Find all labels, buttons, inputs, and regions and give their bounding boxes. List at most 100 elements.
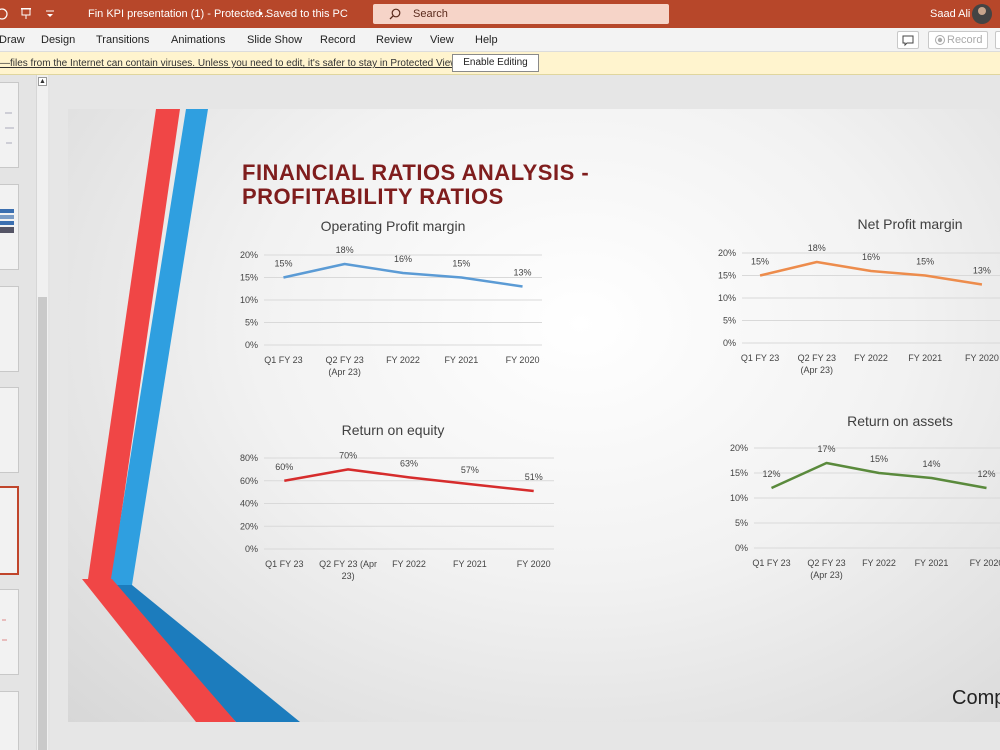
series-line (770, 461, 987, 490)
data-label: 15% (274, 259, 292, 269)
data-label: 15% (452, 259, 470, 269)
tab-review[interactable]: Review (376, 28, 412, 52)
x-tick-label: Q2 FY 23 (798, 353, 836, 363)
chart-title: Net Profit margin (857, 216, 962, 232)
x-tick-label: FY 2020 (506, 355, 540, 365)
chart-net-profit-margin[interactable]: Net Profit margin 0% 5% 10% 15% 20% 15% 18% 16% 1… (698, 209, 1000, 379)
x-tick-label: FY 2021 (908, 353, 942, 363)
x-tick-label: Q1 FY 23 (264, 355, 302, 365)
data-label: 18% (808, 243, 826, 253)
comment-icon (902, 35, 914, 47)
y-tick-label: 15% (240, 273, 258, 283)
chart-operating-profit-margin[interactable]: Operating Profit margin 0% 5% 10% 15% 20% 15% 1… (218, 217, 558, 377)
chart-return-on-assets[interactable]: Return on assets 0% 5% 10% 15% 20% 12% 17% 15% 14… (708, 411, 1000, 586)
tab-animations[interactable]: Animations (171, 28, 225, 52)
data-label: 57% (461, 465, 479, 475)
data-label: 13% (514, 268, 532, 278)
slide-thumbnail[interactable] (0, 82, 19, 168)
slide-thumbnail[interactable] (0, 286, 19, 372)
comments-button[interactable] (897, 31, 919, 49)
y-tick-label: 10% (240, 295, 258, 305)
data-label: 15% (916, 257, 934, 267)
data-label: 16% (394, 254, 412, 264)
x-tick-label: Q1 FY 23 (741, 353, 779, 363)
data-label: 12% (977, 469, 995, 479)
tab-draw[interactable]: Draw (0, 28, 25, 52)
x-tick-label: (Apr 23) (328, 367, 361, 377)
scroll-up-icon[interactable]: ▲ (38, 77, 47, 86)
data-label: 70% (339, 450, 357, 460)
y-tick-label: 5% (723, 316, 736, 326)
autosave-icon[interactable] (0, 0, 14, 28)
presenter-icon[interactable] (19, 0, 33, 28)
tab-slide-show[interactable]: Slide Show (247, 28, 302, 52)
ribbon-tabs: Draw Design Transitions Animations Slide… (0, 28, 1000, 52)
x-tick-label: FY 2020 (517, 559, 551, 569)
y-tick-label: 0% (735, 543, 748, 553)
scrollbar-thumb[interactable] (38, 297, 47, 750)
x-tick-label: Q1 FY 23 (265, 559, 303, 569)
y-tick-label: 15% (730, 468, 748, 478)
tab-transitions[interactable]: Transitions (96, 28, 149, 52)
y-tick-label: 20% (718, 248, 736, 258)
customize-toolbar-icon[interactable] (45, 0, 55, 28)
red-stripe-lower (82, 579, 236, 722)
tab-record[interactable]: Record (320, 28, 355, 52)
search-box[interactable]: Search (373, 4, 669, 24)
protected-view-message[interactable]: —files from the Internet can contain vir… (0, 58, 460, 69)
data-label: 13% (973, 266, 991, 276)
record-button[interactable]: Record (928, 31, 988, 49)
data-label: 18% (336, 245, 354, 255)
y-tick-label: 5% (245, 318, 258, 328)
y-tick-label: 5% (735, 518, 748, 528)
x-tick-label: Q2 FY 23 (Apr (319, 559, 377, 569)
x-tick-label: FY 2021 (453, 559, 487, 569)
x-tick-label: FY 2022 (862, 558, 896, 568)
series-line (283, 262, 523, 288)
y-tick-label: 10% (718, 293, 736, 303)
tab-design[interactable]: Design (41, 28, 75, 52)
x-tick-label: Q2 FY 23 (325, 355, 363, 365)
x-tick-label: FY 2020 (970, 558, 1000, 568)
tab-view[interactable]: View (430, 28, 454, 52)
chart-title: Return on assets (847, 413, 953, 429)
slide-canvas[interactable]: FINANCIAL RATIOS ANALYSIS - PROFITABILIT… (68, 109, 1000, 722)
data-label: 15% (870, 454, 888, 464)
x-tick-label: (Apr 23) (801, 365, 834, 375)
y-tick-label: 0% (245, 340, 258, 350)
tab-help[interactable]: Help (475, 28, 498, 52)
enable-editing-button[interactable]: Enable Editing (452, 54, 539, 72)
x-tick-label: FY 2022 (392, 559, 426, 569)
slide-thumbnail[interactable] (0, 691, 19, 750)
y-tick-label: 20% (730, 443, 748, 453)
avatar[interactable] (972, 4, 992, 24)
series-line (284, 468, 534, 493)
data-label: 16% (862, 252, 880, 262)
slide-thumbnail[interactable] (0, 387, 19, 473)
title-bar: Fin KPI presentation (1) - Protected... … (0, 0, 1000, 28)
slide-thumbnail[interactable] (0, 184, 19, 270)
slide-footer-text: Comp (952, 687, 1000, 709)
x-tick-label: FY 2021 (444, 355, 478, 365)
data-label: 12% (762, 469, 780, 479)
slide-thumbnail-selected[interactable] (0, 486, 19, 575)
slide-thumbnail[interactable] (0, 589, 19, 675)
data-label: 15% (751, 257, 769, 267)
slide-title: FINANCIAL RATIOS ANALYSIS - PROFITABILIT… (242, 161, 662, 209)
x-tick-label: FY 2021 (915, 558, 949, 568)
y-tick-label: 0% (245, 544, 258, 554)
x-tick-label: FY 2020 (965, 353, 999, 363)
y-tick-label: 40% (240, 499, 258, 509)
user-name[interactable]: Saad Ali (930, 0, 970, 28)
search-icon (389, 8, 401, 20)
chart-return-on-equity[interactable]: Return on equity 0% 20% 40% 60% 80% 60% 70% 63% 5… (218, 420, 568, 585)
thumbnail-scrollbar[interactable]: ▲ (36, 75, 48, 750)
data-label: 17% (817, 444, 835, 454)
data-label: 60% (275, 462, 293, 472)
protected-view-bar: —files from the Internet can contain vir… (0, 52, 1000, 75)
save-status: • Saved to this PC (259, 8, 348, 20)
share-button[interactable] (995, 31, 1000, 49)
y-tick-label: 80% (240, 453, 258, 463)
chart-title: Operating Profit margin (321, 218, 466, 234)
x-tick-label: Q2 FY 23 (807, 558, 845, 568)
